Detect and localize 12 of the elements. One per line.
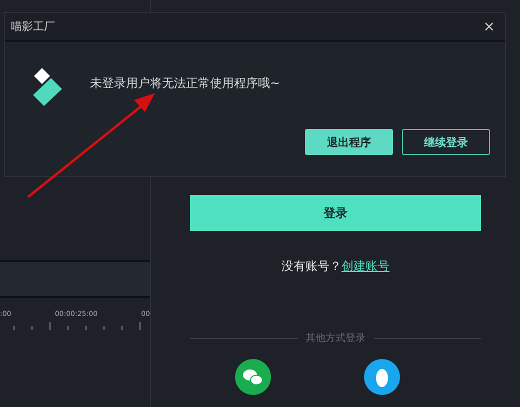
prompt-text: 没有账号？	[282, 258, 342, 275]
other-login-label: 其他方式登录	[306, 332, 366, 345]
logo-icon	[33, 68, 63, 106]
wechat-icon[interactable]	[235, 359, 271, 395]
dialog-message: 未登录用户将无法正常使用程序哦~	[90, 74, 280, 92]
penguin-icon[interactable]	[364, 359, 400, 395]
exit-button[interactable]: 退出程序	[305, 129, 393, 155]
login-button[interactable]: 登录	[190, 195, 481, 231]
dialog-title: 喵影工厂	[11, 19, 55, 34]
continue-login-button[interactable]: 继续登录	[402, 129, 490, 155]
create-account-link[interactable]: 创建账号	[342, 258, 390, 275]
close-button[interactable]: ×	[479, 18, 499, 34]
